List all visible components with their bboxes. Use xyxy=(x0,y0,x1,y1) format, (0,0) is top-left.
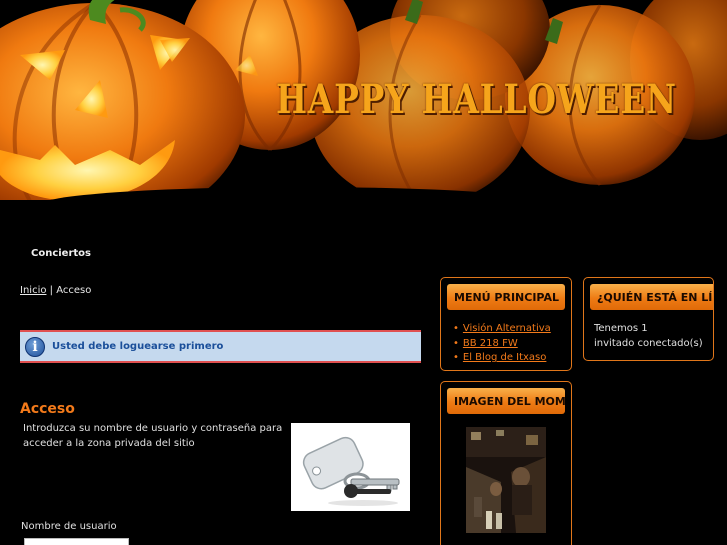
who-online-module: ¿QUIÉN ESTÁ EN LÍNEA? Tenemos 1 invitado… xyxy=(583,277,714,361)
image-of-moment-module: IMAGEN DEL MOMENTO xyxy=(440,381,572,545)
keys-image xyxy=(291,423,410,511)
menu-link-bb-218-fw[interactable]: BB 218 FW xyxy=(463,338,518,349)
page-title: Acceso xyxy=(20,401,75,417)
nav-link-conciertos[interactable]: Conciertos xyxy=(31,248,91,259)
site-title: HAPPY HALLOWEEN xyxy=(276,76,677,123)
username-label: Nombre de usuario xyxy=(21,521,117,532)
login-required-notice: i Usted debe loguearse primero xyxy=(20,330,421,363)
list-item: Visión Alternativa xyxy=(453,322,551,337)
header-banner: HAPPY HALLOWEEN xyxy=(0,0,727,232)
notice-message: Usted debe loguearse primero xyxy=(52,341,224,352)
online-status: Tenemos 1 invitado conectado(s) xyxy=(594,321,703,351)
breadcrumb-home-link[interactable]: Inicio xyxy=(20,285,46,296)
menu-link-vision-alternativa[interactable]: Visión Alternativa xyxy=(463,323,551,334)
online-guests: invitado conectado(s) xyxy=(594,338,703,349)
main-menu-list: Visión Alternativa BB 218 FW El Blog de … xyxy=(453,322,551,366)
online-count: Tenemos 1 xyxy=(594,323,648,334)
breadcrumb: Inicio | Acceso xyxy=(20,285,91,296)
list-item: El Blog de Itxaso xyxy=(453,351,551,366)
who-online-title: ¿QUIÉN ESTÁ EN LÍNEA? xyxy=(590,284,713,310)
access-description: Introduzca su nombre de usuario y contra… xyxy=(23,423,283,449)
info-icon: i xyxy=(25,337,45,357)
breadcrumb-separator: | xyxy=(49,285,54,296)
username-input[interactable] xyxy=(24,538,129,545)
image-of-moment-title: IMAGEN DEL MOMENTO xyxy=(447,388,565,414)
main-menu-title: MENÚ PRINCIPAL xyxy=(447,284,565,310)
breadcrumb-current: Acceso xyxy=(56,285,92,296)
main-menu-module: MENÚ PRINCIPAL Visión Alternativa BB 218… xyxy=(440,277,572,371)
menu-link-blog-itxaso[interactable]: El Blog de Itxaso xyxy=(463,352,546,363)
list-item: BB 218 FW xyxy=(453,337,551,352)
concert-photo[interactable] xyxy=(466,427,546,533)
